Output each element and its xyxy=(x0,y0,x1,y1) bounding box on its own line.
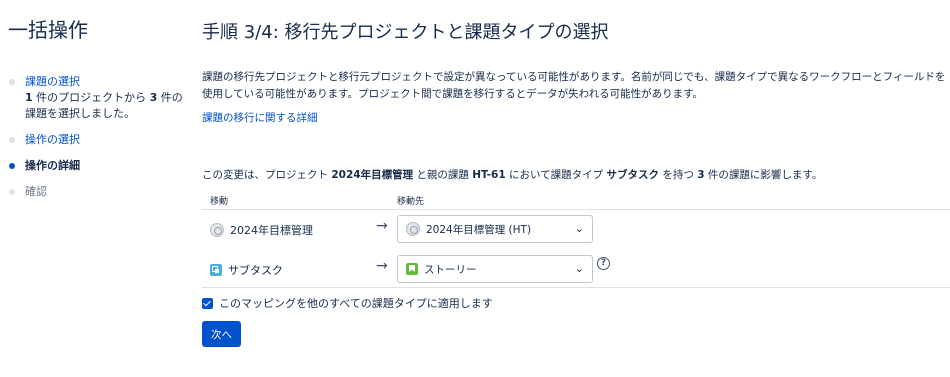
mapping-row-project: 2024年目標管理 → 2024年目標管理 (HT) ⌄ xyxy=(202,212,950,248)
source-issue-type: サブタスク xyxy=(210,262,283,278)
chevron-down-icon: ⌄ xyxy=(574,222,584,235)
project-avatar-icon xyxy=(210,223,224,237)
impact-count: 3 xyxy=(697,169,705,181)
target-project-select[interactable]: 2024年目標管理 (HT) ⌄ xyxy=(397,215,593,243)
next-button[interactable]: 次へ xyxy=(202,321,241,347)
step-select-issues: 課題の選択 1 件のプロジェクトから 3 件の課題を選択しました。 xyxy=(8,74,193,122)
step-link-select-issues[interactable]: 課題の選択 xyxy=(25,75,80,88)
step-indicator-dot-current xyxy=(9,163,15,169)
step-indicator-dot xyxy=(9,137,15,143)
step-list: 課題の選択 1 件のプロジェクトから 3 件の課題を選択しました。 操作の選択 … xyxy=(8,74,193,210)
impact-issue-type: サブタスク xyxy=(606,169,660,181)
impact-project: 2024年目標管理 xyxy=(331,169,414,181)
impact-text: この変更は、プロジェクト xyxy=(202,169,332,181)
source-project-label: 2024年目標管理 xyxy=(230,224,313,237)
impact-text: において課題タイプ xyxy=(505,169,607,181)
step-link-select-operation[interactable]: 操作の選択 xyxy=(25,133,80,146)
page-title: 手順 3/4: 移行先プロジェクトと課題タイプの選択 xyxy=(202,22,609,43)
project-avatar-icon xyxy=(406,222,420,236)
page-heading: 一括操作 xyxy=(8,18,88,42)
step-confirmation: 確認 xyxy=(8,184,193,200)
apply-mapping-checkbox[interactable] xyxy=(202,297,213,309)
impact-text: を持つ xyxy=(659,169,698,181)
step-operation-details: 操作の詳細 xyxy=(8,158,193,174)
impact-text: と親の課題 xyxy=(413,169,473,181)
source-issue-type-label: サブタスク xyxy=(228,264,283,277)
target-project-value: 2024年目標管理 (HT) xyxy=(426,223,532,236)
desc-text: 件のプロジェクトから xyxy=(32,91,150,104)
chevron-down-icon: ⌄ xyxy=(574,262,584,275)
step-select-issues-description: 1 件のプロジェクトから 3 件の課題を選択しました。 xyxy=(25,90,193,122)
story-icon xyxy=(406,263,418,275)
source-project: 2024年目標管理 xyxy=(210,222,313,238)
target-issue-type-select[interactable]: ストーリー ⌄ xyxy=(397,255,593,283)
step-label-operation-details: 操作の詳細 xyxy=(25,159,80,172)
apply-mapping-option[interactable]: このマッピングを他のすべての課題タイプに適用します xyxy=(202,295,493,311)
arrow-right-icon: → xyxy=(376,218,388,234)
arrow-right-icon: → xyxy=(376,258,388,274)
target-issue-type-value: ストーリー xyxy=(424,263,477,276)
help-icon[interactable]: ? xyxy=(597,257,610,270)
project-count: 1 xyxy=(25,91,33,104)
impact-parent-issue: HT-61 xyxy=(472,169,506,181)
impact-summary: この変更は、プロジェクト 2024年目標管理 と親の課題 HT-61 において課… xyxy=(202,167,822,182)
step-label-confirmation: 確認 xyxy=(25,185,47,198)
column-header-from: 移動 xyxy=(210,197,229,207)
step-indicator-dot xyxy=(9,79,15,85)
column-header-to: 移動先 xyxy=(397,197,425,207)
learn-more-link[interactable]: 課題の移行に関する詳細 xyxy=(202,110,318,125)
mapping-table-header: 移動 移動先 xyxy=(202,190,950,210)
divider xyxy=(202,287,950,288)
impact-text: 件の課題に影響します。 xyxy=(704,169,823,181)
step-select-operation: 操作の選択 xyxy=(8,132,193,148)
apply-mapping-label: このマッピングを他のすべての課題タイプに適用します xyxy=(219,297,493,310)
subtask-icon xyxy=(210,264,222,276)
step-indicator-dot xyxy=(9,189,15,195)
intro-text: 課題の移行先プロジェクトと移行元プロジェクトで設定が異なっている可能性があります… xyxy=(202,71,946,100)
mapping-row-issue-type: サブタスク → ストーリー ⌄ ? xyxy=(202,252,950,288)
